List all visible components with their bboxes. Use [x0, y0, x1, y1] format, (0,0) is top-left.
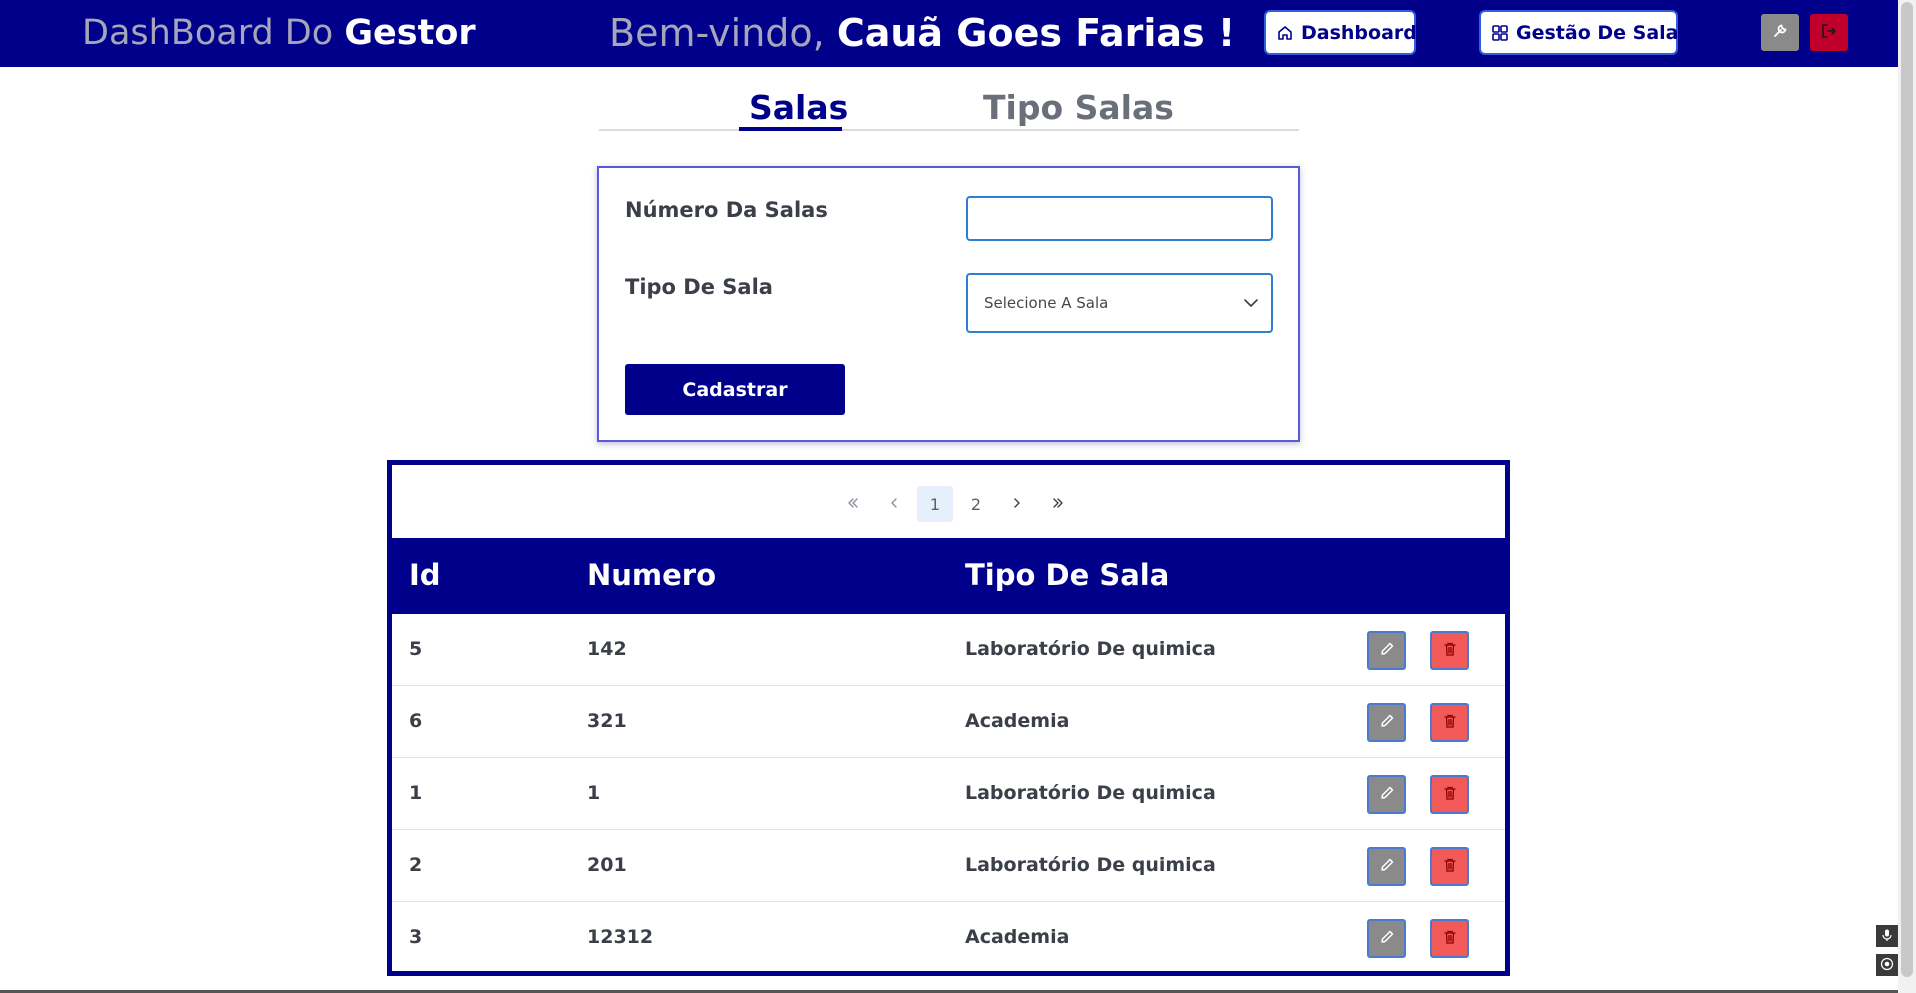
chevron-left-icon	[887, 495, 901, 514]
cell-numero: 201	[587, 854, 627, 876]
gestao-salas-nav-button[interactable]: Gestão De Salas	[1479, 10, 1690, 55]
prev-page-button[interactable]	[876, 486, 912, 522]
page-1-button[interactable]: 1	[917, 486, 953, 522]
dashboard-nav-button[interactable]: Dashboard	[1264, 10, 1417, 55]
tab-tipo-salas[interactable]: Tipo Salas	[983, 86, 1174, 130]
tabs-divider	[599, 129, 1299, 131]
sala-form-card: Número Da Salas Tipo De Sala Selecione A…	[597, 166, 1300, 442]
table-row: 3 12312 Academia	[392, 902, 1505, 974]
delete-button[interactable]	[1430, 631, 1469, 670]
edit-button[interactable]	[1367, 631, 1406, 670]
trash-icon	[1442, 857, 1458, 877]
cell-id: 1	[409, 782, 423, 804]
chevron-down-icon	[1243, 295, 1259, 315]
last-page-button[interactable]	[1040, 486, 1076, 522]
edit-button[interactable]	[1367, 847, 1406, 886]
tipo-sala-label: Tipo De Sala	[625, 275, 773, 299]
trash-icon	[1442, 713, 1458, 733]
cell-tipo: Laboratório De quimica	[965, 638, 1216, 660]
cell-tipo: Academia	[965, 710, 1070, 732]
table-row: 1 1 Laboratório De quimica	[392, 758, 1505, 830]
top-navbar: DashBoard Do Gestor Bem-vindo, Cauã Goes…	[0, 0, 1898, 67]
tipo-sala-selected-value: Selecione A Sala	[984, 294, 1109, 312]
numero-sala-input[interactable]	[966, 196, 1273, 241]
delete-button[interactable]	[1430, 775, 1469, 814]
home-icon	[1276, 24, 1294, 42]
dashboard-nav-label: Dashboard	[1301, 21, 1417, 44]
first-page-button[interactable]	[835, 486, 871, 522]
cadastrar-button[interactable]: Cadastrar	[625, 364, 845, 415]
cell-tipo: Academia	[965, 926, 1070, 948]
pencil-icon	[1378, 784, 1396, 806]
welcome-user-name: Cauã Goes Farias !	[836, 11, 1236, 55]
settings-button[interactable]	[1761, 14, 1799, 51]
cell-id: 3	[409, 926, 423, 948]
logout-button[interactable]	[1810, 14, 1848, 51]
microphone-icon	[1880, 927, 1894, 946]
header-tipo-sala: Tipo De Sala	[965, 558, 1170, 592]
table-row: 2 201 Laboratório De quimica	[392, 830, 1505, 902]
active-tab-indicator	[739, 127, 842, 131]
trash-icon	[1442, 929, 1458, 949]
cell-id: 5	[409, 638, 423, 660]
table-row: 6 321 Academia	[392, 686, 1505, 758]
delete-button[interactable]	[1430, 847, 1469, 886]
edit-button[interactable]	[1367, 919, 1406, 958]
brand-title-strong: Gestor	[344, 13, 476, 53]
wrench-icon	[1771, 22, 1789, 44]
cell-tipo: Laboratório De quimica	[965, 782, 1216, 804]
cell-tipo: Laboratório De quimica	[965, 854, 1216, 876]
next-page-button[interactable]	[999, 486, 1035, 522]
cell-numero: 1	[587, 782, 601, 804]
table-row: 5 142 Laboratório De quimica	[392, 614, 1505, 686]
edit-button[interactable]	[1367, 703, 1406, 742]
chevron-right-icon	[1010, 495, 1024, 514]
record-button[interactable]	[1876, 954, 1898, 976]
table-header: Id Numero Tipo De Sala	[392, 538, 1505, 614]
gestao-salas-nav-label: Gestão De Salas	[1516, 21, 1690, 44]
cell-numero: 321	[587, 710, 627, 732]
pagination: 1 2	[392, 465, 1505, 538]
tab-salas[interactable]: Salas	[749, 86, 848, 130]
chevrons-left-icon	[846, 495, 860, 514]
delete-button[interactable]	[1430, 703, 1469, 742]
grid-icon	[1491, 24, 1509, 42]
header-numero: Numero	[587, 558, 717, 592]
pencil-icon	[1378, 928, 1396, 950]
page-2-button[interactable]: 2	[958, 486, 994, 522]
welcome-message: Bem-vindo, Cauã Goes Farias !	[609, 8, 1235, 58]
tipo-sala-select[interactable]: Selecione A Sala	[966, 273, 1273, 333]
delete-button[interactable]	[1430, 919, 1469, 958]
header-id: Id	[409, 558, 441, 592]
salas-table-card: 1 2 Id Numero Tipo De Sala 5 142 Laborat…	[387, 460, 1510, 976]
brand-title: DashBoard Do Gestor	[82, 10, 476, 56]
pencil-icon	[1378, 640, 1396, 662]
cell-numero: 142	[587, 638, 627, 660]
microphone-button[interactable]	[1876, 925, 1898, 947]
cell-id: 2	[409, 854, 423, 876]
trash-icon	[1442, 641, 1458, 661]
logout-icon	[1820, 22, 1838, 44]
chevrons-right-icon	[1051, 495, 1065, 514]
cell-id: 6	[409, 710, 423, 732]
pencil-icon	[1378, 856, 1396, 878]
record-icon	[1880, 956, 1894, 975]
welcome-greeting: Bem-vindo,	[609, 11, 825, 55]
edit-button[interactable]	[1367, 775, 1406, 814]
cell-numero: 12312	[587, 926, 654, 948]
page-scrollbar[interactable]	[1898, 0, 1916, 993]
brand-title-light: DashBoard Do	[82, 13, 334, 53]
scrollbar-thumb[interactable]	[1901, 2, 1913, 977]
pencil-icon	[1378, 712, 1396, 734]
numero-sala-label: Número Da Salas	[625, 198, 828, 222]
trash-icon	[1442, 785, 1458, 805]
